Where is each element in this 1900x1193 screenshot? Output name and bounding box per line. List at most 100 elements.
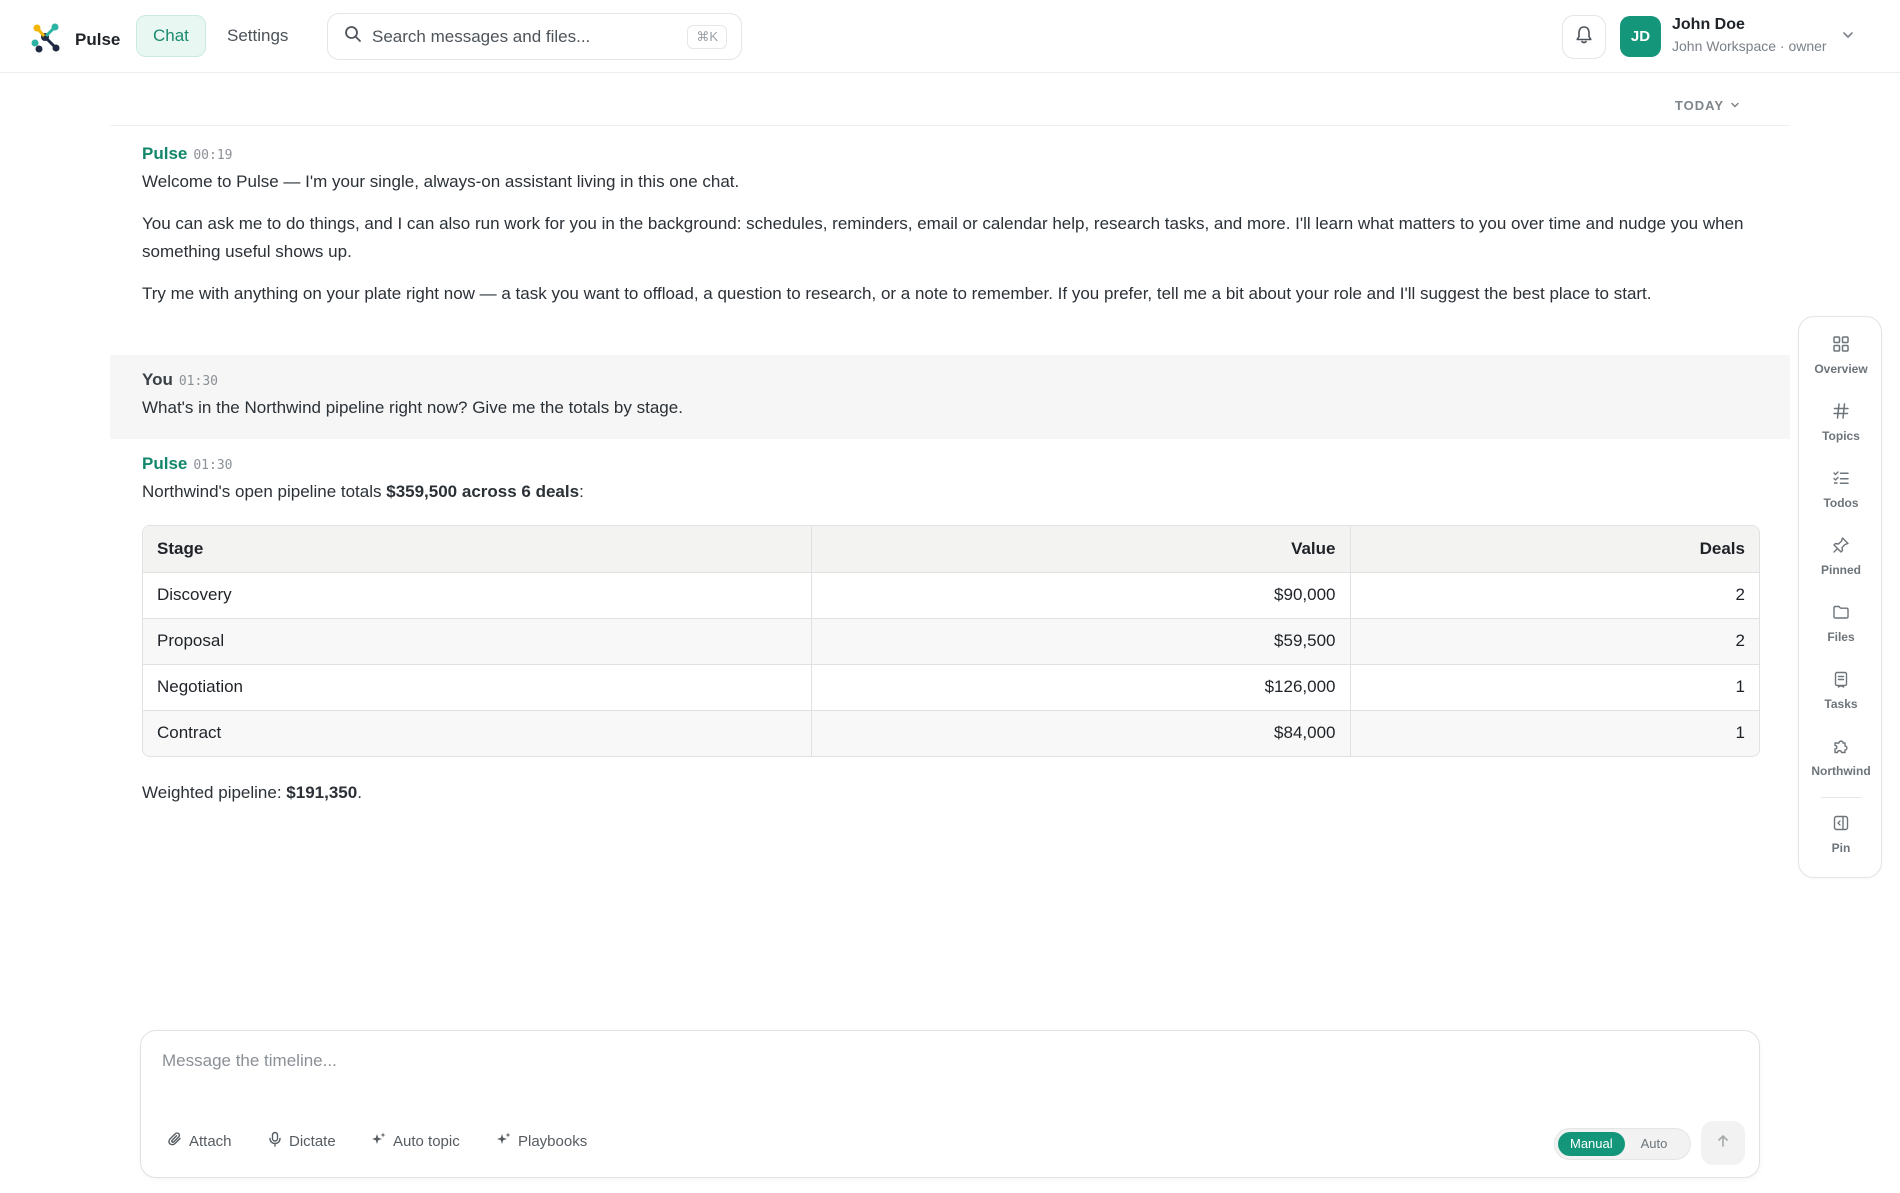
top-bar: Pulse Chat Settings ⌘K JD John Doe John … [0, 0, 1900, 73]
rail-item-topics[interactable]: Topics [1799, 402, 1883, 460]
weighted-suffix: . [357, 783, 362, 802]
search-input[interactable] [372, 26, 678, 47]
mode-toggle: Manual Auto [1554, 1128, 1691, 1160]
grid-icon [1832, 335, 1850, 358]
rail-item-todos[interactable]: Todos [1799, 469, 1883, 527]
playbooks-label: Playbooks [518, 1132, 588, 1150]
table-cell-stage: Discovery [143, 572, 811, 619]
message-paragraph: Try me with anything on your plate right… [142, 284, 1652, 303]
rail-label: Overview [1814, 362, 1868, 376]
message-time: 00:19 [193, 148, 233, 163]
message-intro: Northwind's open pipeline totals $359,50… [142, 478, 1758, 506]
table-header-row: Stage Value Deals [143, 526, 1759, 573]
chevron-down-icon[interactable] [1841, 27, 1855, 47]
message-pulse-pipeline: Pulse 01:30 Northwind's open pipeline tot… [110, 454, 1790, 506]
playbooks-button[interactable]: Playbooks [496, 1131, 587, 1151]
table-cell-value: $84,000 [810, 710, 1350, 756]
column-header-value: Value [810, 526, 1350, 573]
table-row: Negotiation $126,000 1 [143, 664, 1759, 711]
day-divider: TODAY [110, 92, 1790, 126]
pipeline-table: Stage Value Deals Discovery $90,000 2 Pr… [142, 525, 1760, 757]
table-row: Contract $84,000 1 [143, 710, 1759, 756]
weighted-label: Weighted pipeline: [142, 783, 287, 802]
search-shortcut-hint: ⌘K [687, 24, 727, 49]
notifications-button[interactable] [1562, 15, 1606, 59]
table-row: Discovery $90,000 2 [143, 572, 1759, 619]
bell-icon [1575, 25, 1593, 50]
weighted-value: $191,350 [286, 783, 358, 802]
column-header-deals: Deals [1349, 526, 1759, 573]
sparkle-icon [371, 1131, 387, 1151]
brand[interactable]: Pulse [29, 20, 120, 59]
table-cell-stage: Negotiation [143, 664, 811, 711]
rail-item-pinned[interactable]: Pinned [1799, 536, 1883, 594]
table-cell-deals: 1 [1349, 664, 1759, 711]
rail-label: Northwind [1811, 764, 1871, 778]
message-paragraph: You can ask me to do things, and I can a… [142, 214, 1744, 261]
right-rail: Overview Topics Todos Pinned Files Tasks [1798, 316, 1882, 878]
rail-item-files[interactable]: Files [1799, 603, 1883, 661]
attach-button[interactable]: Attach [167, 1131, 232, 1151]
checklist-icon [1832, 469, 1850, 492]
app-name: Pulse [75, 29, 121, 49]
message-time: 01:30 [193, 458, 233, 473]
rail-label: Topics [1822, 429, 1860, 443]
message-header: You 01:30 [142, 370, 1758, 390]
send-button[interactable] [1701, 1121, 1745, 1165]
dictate-button[interactable]: Dictate [267, 1131, 336, 1151]
rail-label: Todos [1823, 496, 1859, 510]
mic-icon [267, 1131, 283, 1151]
rail-label: Pinned [1820, 563, 1861, 577]
message-pulse-welcome: Pulse 00:19 Welcome to Pulse — I'm your s… [110, 144, 1790, 308]
column-header-stage: Stage [143, 526, 811, 573]
table-cell-value: $90,000 [810, 572, 1350, 619]
mode-auto-button[interactable]: Auto [1629, 1132, 1680, 1156]
rail-label: Files [1827, 630, 1855, 644]
pulse-logo-icon [29, 20, 63, 59]
chevron-down-icon [1730, 98, 1740, 113]
rail-item-pin[interactable]: Pin [1799, 814, 1883, 872]
message-header: Pulse 01:30 [142, 454, 1758, 474]
rail-item-overview[interactable]: Overview [1799, 335, 1883, 393]
rail-item-tasks[interactable]: Tasks [1799, 670, 1883, 728]
mode-manual-button[interactable]: Manual [1558, 1132, 1625, 1156]
message-time: 01:30 [178, 374, 218, 389]
rail-item-northwind[interactable]: Northwind [1799, 737, 1883, 795]
rail-divider [1821, 797, 1861, 798]
message-input[interactable] [162, 1051, 1722, 1091]
table-cell-stage: Proposal [143, 618, 811, 665]
intro-suffix: : [579, 482, 584, 501]
workspace-role: John Workspace · owner [1672, 38, 1827, 54]
table-cell-deals: 1 [1349, 710, 1759, 756]
paperclip-icon [167, 1131, 183, 1151]
puzzle-icon [1832, 737, 1850, 760]
message-text: What's in the Northwind pipeline right n… [142, 398, 683, 417]
pin-icon [1832, 536, 1850, 559]
rail-label: Pin [1831, 841, 1851, 855]
auto-topic-button[interactable]: Auto topic [371, 1131, 460, 1151]
message-author: You [142, 370, 173, 389]
table-cell-value: $59,500 [810, 618, 1350, 665]
table-cell-value: $126,000 [810, 664, 1350, 711]
day-filter[interactable]: TODAY [1675, 98, 1740, 113]
user-name[interactable]: John Doe [1672, 16, 1745, 34]
message-author: Pulse [142, 144, 188, 163]
tab-settings[interactable]: Settings [210, 15, 305, 57]
message-user-question: You 01:30 What's in the Northwind pipelin… [110, 355, 1790, 439]
table-row: Proposal $59,500 2 [143, 618, 1759, 665]
search-bar[interactable]: ⌘K [327, 13, 742, 60]
intro-text: Northwind's open pipeline totals [142, 482, 387, 501]
table-cell-deals: 2 [1349, 572, 1759, 619]
weighted-pipeline: Weighted pipeline: $191,350. [142, 783, 362, 803]
message-author: Pulse [142, 454, 188, 473]
day-label: TODAY [1674, 98, 1724, 113]
auto-topic-label: Auto topic [393, 1132, 460, 1150]
message-composer: Attach Dictate Auto topic Playbooks Manu… [140, 1030, 1760, 1178]
folder-icon [1832, 603, 1850, 626]
search-icon [344, 25, 362, 48]
attach-label: Attach [189, 1132, 232, 1150]
message-header: Pulse 00:19 [142, 144, 1758, 164]
tab-chat[interactable]: Chat [136, 15, 206, 57]
clipboard-icon [1832, 670, 1850, 693]
avatar[interactable]: JD [1620, 16, 1661, 57]
